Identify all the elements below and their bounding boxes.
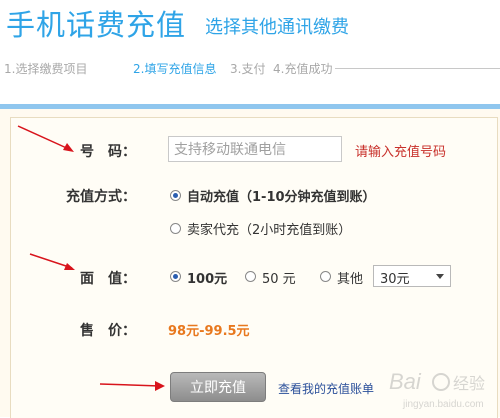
svg-text:Bai: Bai	[389, 369, 422, 394]
amount-100-label[interactable]: 100元	[187, 268, 227, 287]
step-3: 3.支付	[230, 62, 266, 76]
svg-text:jingyan.baidu.com: jingyan.baidu.com	[402, 399, 484, 410]
seller-recharge-label[interactable]: 卖家代充（2小时充值到账）	[187, 219, 351, 238]
phone-label: 号 码：	[80, 144, 136, 160]
step-4: 4.充值成功	[273, 62, 333, 76]
step-2: 2.填写充值信息	[133, 62, 217, 76]
view-bill-link[interactable]: 查看我的充值账单	[278, 380, 374, 397]
amount-other-radio[interactable]	[320, 271, 331, 282]
amount-50-radio[interactable]	[245, 271, 256, 282]
auto-recharge-label[interactable]: 自动充值（1-10分钟充值到账）	[187, 186, 376, 205]
svg-text:经验: 经验	[453, 375, 485, 393]
price-value: 98元-99.5元	[168, 324, 250, 339]
submit-button[interactable]: 立即充值	[170, 372, 266, 402]
seller-recharge-radio[interactable]	[170, 223, 181, 234]
price-label: 售 价：	[80, 323, 136, 339]
phone-hint: 请输入充值号码	[355, 145, 447, 160]
phone-input[interactable]: 支持移动联通电信	[168, 136, 342, 162]
baidu-jingyan-watermark: Bai 经验 jingyan.baidu.com	[389, 369, 485, 410]
page-title: 手机话费充值	[6, 8, 187, 42]
amount-50-label[interactable]: 50 元	[262, 268, 296, 287]
auto-recharge-radio[interactable]	[170, 190, 181, 201]
chevron-down-icon	[436, 274, 444, 279]
arrow-icon	[29, 253, 75, 270]
step-1: 1.选择缴费项目	[4, 62, 88, 76]
arrow-icon	[17, 125, 74, 152]
arrow-icon	[99, 381, 165, 391]
amount-other-select[interactable]: 30元	[373, 265, 451, 287]
amount-100-radio[interactable]	[170, 271, 181, 282]
amount-label: 面 值：	[80, 271, 136, 287]
step-divider	[335, 68, 500, 69]
method-label: 充值方式：	[66, 189, 136, 205]
amount-other-select-value: 30元	[380, 272, 410, 287]
amount-other-label[interactable]: 其他	[337, 268, 363, 287]
other-payment-link[interactable]: 选择其他通讯缴费	[205, 13, 349, 39]
